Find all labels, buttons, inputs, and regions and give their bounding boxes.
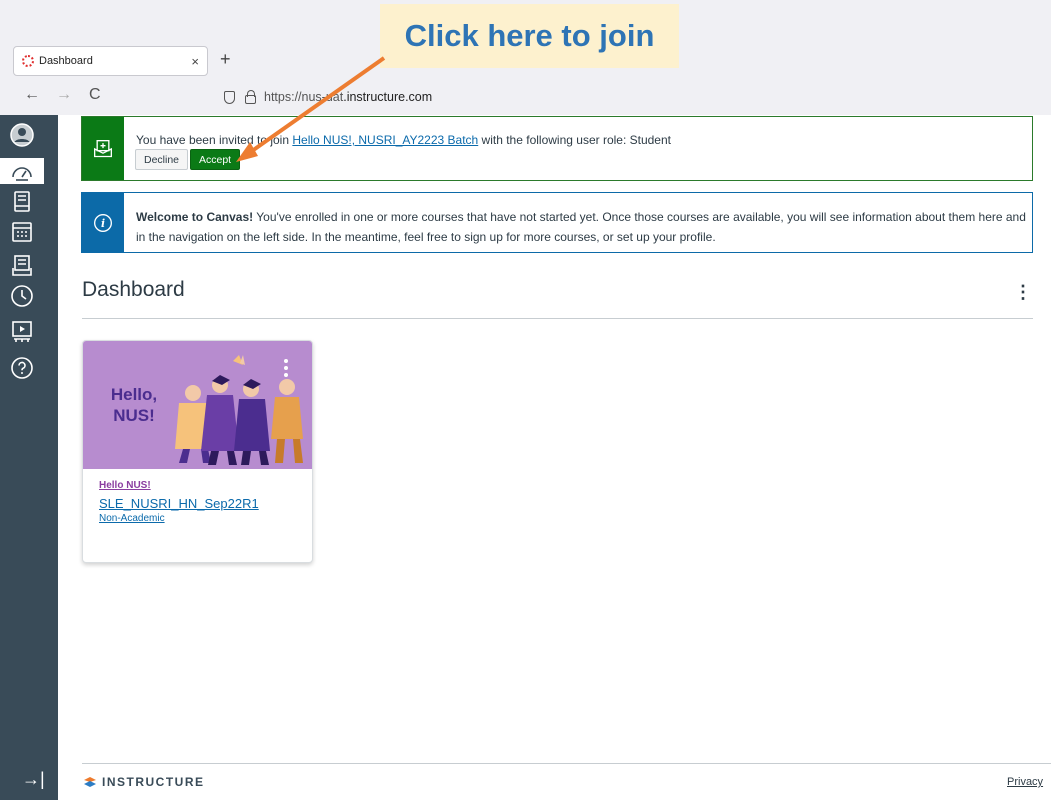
invitation-text: You have been invited to join Hello NUS!…	[136, 133, 671, 147]
privacy-link[interactable]: Privacy	[1007, 776, 1043, 788]
invitation-icon-box	[82, 117, 124, 180]
collapse-nav-button[interactable]: →|	[22, 769, 45, 790]
course-card-image[interactable]: Hello, NUS!	[83, 341, 312, 469]
course-card-body: Hello NUS! SLE_NUSRI_HN_Sep22R1 Non-Acad…	[99, 480, 259, 524]
inbox-icon[interactable]	[10, 254, 34, 278]
reload-button[interactable]: C	[89, 86, 101, 104]
invitation-icon	[94, 139, 112, 157]
account-icon[interactable]	[10, 123, 34, 147]
header-divider	[82, 318, 1033, 319]
decline-button[interactable]: Decline	[135, 149, 189, 170]
url-domain: .instructure.com	[343, 90, 433, 104]
help-icon[interactable]	[10, 356, 34, 380]
welcome-text: Welcome to Canvas! You've enrolled in on…	[136, 207, 1026, 247]
invite-text-after: with the following user role: Student	[478, 133, 671, 147]
back-button[interactable]: ←	[24, 86, 40, 104]
page-title: Dashboard	[82, 278, 185, 301]
studio-icon[interactable]	[10, 320, 34, 344]
browser-tab[interactable]: Dashboard ×	[13, 46, 208, 76]
tab-title: Dashboard	[39, 55, 93, 67]
svg-text:i: i	[101, 217, 105, 230]
info-icon: i	[94, 213, 112, 232]
instructure-logo[interactable]: INSTRUCTURE	[84, 775, 205, 789]
instructure-mark-icon	[84, 777, 96, 787]
dashboard-icon[interactable]	[10, 160, 34, 184]
course-invitation-alert: You have been invited to join Hello NUS!…	[81, 116, 1033, 181]
url-fragment: nus-uat	[301, 90, 344, 104]
footer-divider	[82, 763, 1051, 764]
course-card[interactable]: Hello, NUS! Hello NUS! SLE_NUSRI_HN_Sep2…	[82, 340, 313, 563]
info-icon-box: i	[82, 193, 124, 252]
dashboard-options-icon[interactable]: ⋮	[1014, 282, 1032, 303]
courses-icon[interactable]	[10, 190, 34, 214]
welcome-bold: Welcome to Canvas!	[136, 210, 254, 224]
tracking-shield-icon[interactable]	[224, 90, 235, 104]
canvas-favicon-icon	[22, 55, 34, 67]
graduates-illustration-icon	[175, 355, 303, 465]
invited-course-link[interactable]: Hello NUS!, NUSRI_AY2223 Batch	[292, 133, 478, 147]
invite-text-before: You have been invited to join	[136, 133, 293, 147]
global-navigation: →|	[0, 115, 58, 800]
annotation-callout: Click here to join	[380, 4, 679, 68]
welcome-body: You've enrolled in one or more courses t…	[136, 210, 1026, 244]
course-card-name[interactable]: SLE_NUSRI_HN_Sep22R1	[99, 496, 259, 511]
address-bar[interactable]: https://nus-uat .instructure.com	[212, 83, 1051, 111]
new-tab-button[interactable]: +	[220, 49, 231, 70]
instructure-logo-text: INSTRUCTURE	[102, 775, 205, 789]
card-options-icon[interactable]	[284, 359, 288, 380]
welcome-alert: i Welcome to Canvas! You've enrolled in …	[81, 192, 1033, 253]
course-card-term[interactable]: Non-Academic	[99, 513, 259, 524]
accept-button[interactable]: Accept	[190, 149, 241, 170]
calendar-icon[interactable]	[10, 220, 34, 244]
close-tab-icon[interactable]: ×	[191, 54, 199, 69]
forward-button[interactable]: →	[56, 86, 72, 104]
url-prefix: https://	[264, 90, 302, 104]
history-icon[interactable]	[10, 284, 34, 308]
lock-icon[interactable]	[245, 89, 256, 104]
course-card-subtitle[interactable]: Hello NUS!	[99, 480, 259, 491]
